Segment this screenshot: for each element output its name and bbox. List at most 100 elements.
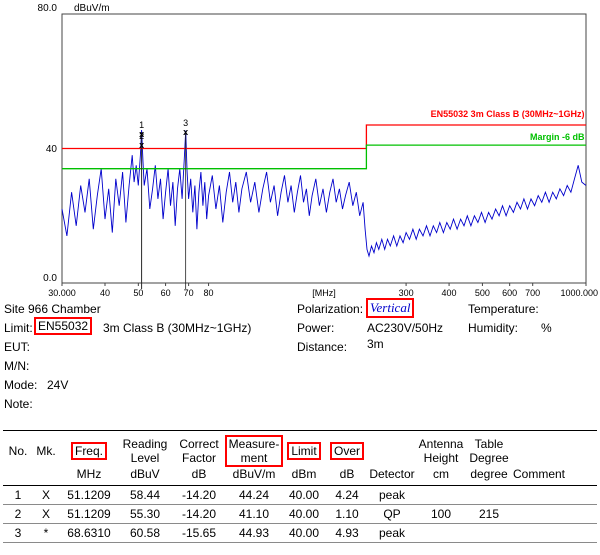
table-cell: *	[33, 526, 59, 540]
header-text: Over	[330, 442, 364, 460]
column-unit: dBuV/m	[227, 468, 281, 481]
table-cell: 68.6310	[59, 526, 119, 540]
header-text: ment	[241, 451, 268, 465]
site-text: Site 966 Chamber	[4, 302, 101, 316]
table-cell: -14.20	[171, 488, 227, 502]
column-unit: cm	[417, 468, 465, 481]
column-header-limit: Limit	[281, 435, 327, 467]
column-header-comment	[513, 435, 563, 467]
x-tick-label: 40	[100, 288, 110, 298]
table-cell: X	[33, 507, 59, 521]
x-tick-label: 60	[161, 288, 171, 298]
table-header-row: No.Mk.Freq.ReadingLevelCorrectFactorMeas…	[3, 430, 597, 467]
x-tick-label: 50	[133, 288, 143, 298]
x-tick-label: 300	[399, 288, 414, 298]
y-axis-unit-label: dBuV/m	[74, 3, 110, 14]
x-tick-label: 500	[475, 288, 490, 298]
table-cell: 60.58	[119, 526, 171, 540]
column-header-antenna: AntennaHeight	[417, 435, 465, 467]
marker-number-label: 3	[183, 118, 188, 128]
y-tick-label: 0.0	[43, 273, 57, 284]
x-tick-label: 700	[525, 288, 540, 298]
x-axis-unit-label: [MHz]	[312, 288, 336, 298]
power-label: Power:	[297, 321, 334, 335]
marker-x-glyph: x	[183, 127, 188, 137]
table-cell: 41.10	[227, 507, 281, 521]
limit-standard: EN55032	[34, 317, 92, 335]
x-tick-label: 80	[204, 288, 214, 298]
table-row: 2X51.120955.30-14.2041.1040.001.10QP1002…	[3, 505, 597, 524]
mode-value: 24V	[47, 378, 68, 392]
limit-label: Limit:	[4, 321, 33, 335]
table-cell: 4.93	[327, 526, 367, 540]
humidity-label: Humidity:	[468, 321, 518, 335]
table-cell: 40.00	[281, 507, 327, 521]
y-tick-label: 80.0	[38, 3, 58, 14]
column-header-mk: Mk.	[33, 435, 59, 467]
results-table: No.Mk.Freq.ReadingLevelCorrectFactorMeas…	[3, 430, 597, 543]
temperature-label: Temperature:	[468, 302, 539, 316]
table-cell: 51.1209	[59, 507, 119, 521]
distance-value: 3m	[367, 337, 384, 351]
header-text: Freq.	[71, 442, 107, 460]
column-header-reading: ReadingLevel	[119, 435, 171, 467]
table-cell: peak	[367, 488, 417, 502]
table-cell: X	[33, 488, 59, 502]
x-tick-label: 400	[442, 288, 457, 298]
table-body: 1X51.120958.44-14.2044.2440.004.24peak2X…	[3, 486, 597, 543]
table-cell: 1	[3, 488, 33, 502]
table-cell: 3	[3, 526, 33, 540]
table-row: 1X51.120958.44-14.2044.2440.004.24peak	[3, 486, 597, 505]
x-tick-label: 1000.000	[560, 288, 598, 298]
x-tick-label: 600	[502, 288, 517, 298]
header-text: Table	[475, 437, 504, 451]
header-text: Level	[131, 451, 160, 465]
table-cell: 4.24	[327, 488, 367, 502]
column-unit: dB	[327, 468, 367, 481]
table-cell: 58.44	[119, 488, 171, 502]
column-header-measure: Measure-ment	[227, 435, 281, 467]
limit-line-label: EN55032 3m Class B (30MHz~1GHz)	[431, 109, 585, 119]
column-header-freq: Freq.	[59, 435, 119, 467]
marker-number-label: 1	[139, 120, 144, 130]
eut-label: EUT:	[4, 340, 30, 354]
table-cell: 51.1209	[59, 488, 119, 502]
table-cell: -15.65	[171, 526, 227, 540]
mode-label: Mode:	[4, 378, 37, 392]
column-header-detector	[367, 435, 417, 467]
distance-label: Distance:	[297, 340, 347, 354]
table-cell: 40.00	[281, 488, 327, 502]
table-units-row: MHzdBuVdBdBuV/mdBmdBDetectorcmdegreeComm…	[3, 467, 597, 486]
emc-test-report: 80.0400.0dBuV/m30.0004050607080300400500…	[0, 0, 600, 555]
column-unit: dB	[171, 468, 227, 481]
humidity-unit: %	[541, 321, 552, 335]
column-unit	[3, 468, 33, 481]
polarization-value: Vertical	[366, 298, 414, 318]
table-cell: 40.00	[281, 526, 327, 540]
table-cell: 1.10	[327, 507, 367, 521]
table-cell: 44.93	[227, 526, 281, 540]
column-header-no: No.	[3, 435, 33, 467]
emi-spectrum-chart: 80.0400.0dBuV/m30.0004050607080300400500…	[0, 0, 600, 300]
header-text: Reading	[123, 437, 168, 451]
margin-line-label: Margin -6 dB	[530, 132, 585, 142]
column-header-correct: CorrectFactor	[171, 435, 227, 467]
table-cell: QP	[367, 507, 417, 521]
power-value: AC230V/50Hz	[367, 321, 443, 335]
column-unit: dBuV	[119, 468, 171, 481]
column-unit: dBm	[281, 468, 327, 481]
header-text: Measure-	[229, 437, 280, 451]
column-unit: MHz	[59, 468, 119, 481]
header-text: Antenna	[419, 437, 464, 451]
table-cell: peak	[367, 526, 417, 540]
column-header-over: Over	[327, 435, 367, 467]
y-tick-label: 40	[46, 144, 58, 155]
mn-label: M/N:	[4, 359, 29, 373]
header-text: Height	[424, 451, 459, 465]
column-unit: Detector	[367, 468, 417, 481]
header-text: Limit	[287, 442, 320, 460]
column-unit: Comment	[513, 468, 563, 481]
limit-description: 3m Class B (30MHz~1GHz)	[103, 321, 251, 335]
header-text: Mk.	[36, 444, 55, 458]
table-cell: 55.30	[119, 507, 171, 521]
